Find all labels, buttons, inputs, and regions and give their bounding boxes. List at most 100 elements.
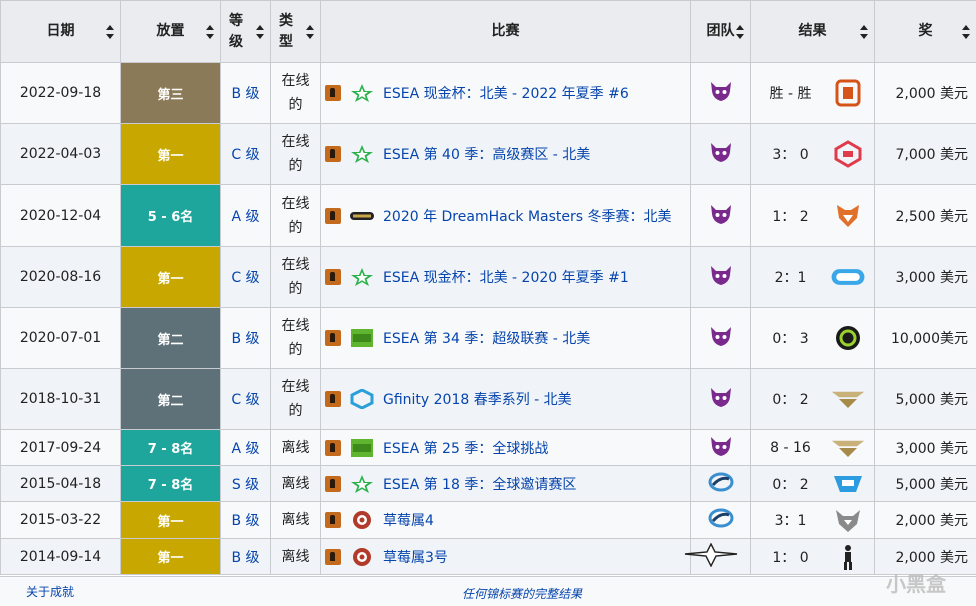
wings-opponent-icon[interactable] bbox=[830, 385, 866, 413]
fragaria-icon[interactable] bbox=[349, 547, 375, 567]
demon-team-icon[interactable] bbox=[708, 79, 734, 103]
cell-type: 在线的 bbox=[271, 308, 321, 369]
score: 胜 - 胜 bbox=[751, 83, 830, 103]
tier-link[interactable]: C 级 bbox=[231, 392, 259, 408]
watermark: 小黑盒 bbox=[886, 568, 946, 597]
cell-result: 0： 3 bbox=[751, 308, 875, 369]
sort-icon[interactable] bbox=[206, 25, 214, 39]
wings-opponent-icon[interactable] bbox=[830, 434, 866, 462]
star-icon[interactable] bbox=[349, 474, 375, 494]
demon-team-icon[interactable] bbox=[708, 434, 734, 458]
cell-tournament: 2020 年 DreamHack Masters 冬季赛：北美 bbox=[321, 185, 691, 247]
tier-link[interactable]: C 级 bbox=[231, 147, 259, 163]
tier-link[interactable]: B 级 bbox=[231, 86, 259, 102]
tier-link[interactable]: B 级 bbox=[231, 331, 259, 347]
about-achievements-link[interactable]: 关于成就 bbox=[26, 583, 74, 600]
sort-icon[interactable] bbox=[962, 25, 970, 39]
cell-prize: 7,000 美元 bbox=[875, 124, 976, 185]
sort-icon[interactable] bbox=[106, 25, 114, 39]
star-icon[interactable] bbox=[349, 144, 375, 164]
header-team[interactable]: 团队 bbox=[691, 1, 751, 63]
header-tier[interactable]: 等级 bbox=[221, 1, 271, 63]
mdl-icon[interactable] bbox=[349, 328, 375, 348]
soldier-opponent-icon[interactable] bbox=[830, 543, 866, 571]
tournament-link[interactable]: 草莓属4 bbox=[383, 510, 434, 530]
table-row: 2014-09-14 第一 B 级 离线 草莓属3号 1： 0 2,000 美元 bbox=[1, 539, 976, 575]
masters-icon[interactable] bbox=[349, 206, 375, 226]
cell-date: 2015-03-22 bbox=[1, 502, 121, 539]
tournament-link[interactable]: 2020 年 DreamHack Masters 冬季赛：北美 bbox=[383, 206, 672, 226]
game-icon bbox=[325, 85, 341, 101]
wolf-opponent-icon[interactable] bbox=[830, 506, 866, 534]
header-result[interactable]: 结果 bbox=[751, 1, 875, 63]
table-row: 2020-08-16 第一 C 级 在线的 ESEA 现金杯：北美 - 2020… bbox=[1, 247, 976, 308]
swirl-team-icon[interactable] bbox=[708, 506, 734, 530]
cell-place: 5 - 6名 bbox=[121, 185, 221, 247]
tier-link[interactable]: B 级 bbox=[231, 550, 259, 566]
tier-link[interactable]: A 级 bbox=[231, 209, 259, 225]
tournament-link[interactable]: ESEA 现金杯：北美 - 2022 年夏季 #6 bbox=[383, 83, 629, 103]
star-icon[interactable] bbox=[349, 83, 375, 103]
mdl-icon[interactable] bbox=[349, 438, 375, 458]
game-icon bbox=[325, 391, 341, 407]
header-date[interactable]: 日期 bbox=[1, 1, 121, 63]
table-row: 2018-10-31 第二 C 级 在线的 Gfinity 2018 春季系列 … bbox=[1, 369, 976, 430]
table-footer: 关于成就 任何锦标赛的完整结果 bbox=[0, 576, 976, 606]
sort-icon[interactable] bbox=[306, 25, 314, 39]
ring-opponent-icon[interactable] bbox=[830, 324, 866, 352]
star-icon[interactable] bbox=[349, 267, 375, 287]
cell-tournament: ESEA 第 18 季：全球邀请赛区 bbox=[321, 466, 691, 502]
tournament-link[interactable]: Gfinity 2018 春季系列 - 北美 bbox=[383, 389, 572, 409]
cell-type: 在线的 bbox=[271, 124, 321, 185]
demon-team-icon[interactable] bbox=[708, 385, 734, 409]
fragaria-icon[interactable] bbox=[349, 510, 375, 530]
demon-team-icon[interactable] bbox=[708, 140, 734, 164]
tournament-link[interactable]: 草莓属3号 bbox=[383, 547, 448, 567]
cell-result: 胜 - 胜 bbox=[751, 63, 875, 124]
bigstar-team-icon[interactable] bbox=[683, 543, 739, 567]
game-icon bbox=[325, 269, 341, 285]
tier-link[interactable]: B 级 bbox=[231, 513, 259, 529]
tournament-link[interactable]: ESEA 第 40 季：高级赛区 - 北美 bbox=[383, 144, 590, 164]
cell-team bbox=[691, 430, 751, 466]
sort-icon[interactable] bbox=[860, 25, 868, 39]
swirl-team-icon[interactable] bbox=[708, 470, 734, 494]
header-tournament[interactable]: 比赛 bbox=[321, 1, 691, 63]
header-type[interactable]: 类型 bbox=[271, 1, 321, 63]
sort-icon[interactable] bbox=[736, 25, 744, 39]
gc-opponent-icon[interactable] bbox=[830, 140, 866, 168]
tournament-link[interactable]: ESEA 第 18 季：全球邀请赛区 bbox=[383, 474, 576, 494]
gfinity-icon[interactable] bbox=[349, 389, 375, 409]
cell-tournament: Gfinity 2018 春季系列 - 北美 bbox=[321, 369, 691, 430]
score: 0： 2 bbox=[751, 474, 830, 494]
fox-opponent-icon[interactable] bbox=[830, 202, 866, 230]
header-row: 日期 放置 等级 类型 比赛 团队 结果 奖 bbox=[1, 1, 976, 63]
tier-link[interactable]: A 级 bbox=[231, 441, 259, 457]
cell-date: 2020-12-04 bbox=[1, 185, 121, 247]
dc-opponent-icon[interactable] bbox=[830, 79, 866, 107]
cell-place: 第二 bbox=[121, 308, 221, 369]
cell-tier: C 级 bbox=[221, 369, 271, 430]
table-row: 2015-04-18 7 - 8名 S 级 离线 ESEA 第 18 季：全球邀… bbox=[1, 466, 976, 502]
header-prize[interactable]: 奖 bbox=[875, 1, 976, 63]
game-icon bbox=[325, 549, 341, 565]
table-row: 2022-09-18 第三 B 级 在线的 ESEA 现金杯：北美 - 2022… bbox=[1, 63, 976, 124]
pd-opponent-icon[interactable] bbox=[830, 263, 866, 291]
tournament-link[interactable]: ESEA 第 25 季：全球挑战 bbox=[383, 438, 548, 458]
cell-tournament: 草莓属3号 bbox=[321, 539, 691, 575]
header-place[interactable]: 放置 bbox=[121, 1, 221, 63]
tournament-link[interactable]: ESEA 第 34 季：超级联赛 - 北美 bbox=[383, 328, 590, 348]
sort-icon[interactable] bbox=[256, 25, 264, 39]
tournament-link[interactable]: ESEA 现金杯：北美 - 2020 年夏季 #1 bbox=[383, 267, 629, 287]
tier-link[interactable]: C 级 bbox=[231, 270, 259, 286]
cell-place: 第一 bbox=[121, 539, 221, 575]
cell-tier: B 级 bbox=[221, 539, 271, 575]
demon-team-icon[interactable] bbox=[708, 324, 734, 348]
cell-team bbox=[691, 63, 751, 124]
demon-team-icon[interactable] bbox=[708, 202, 734, 226]
clg-opponent-icon[interactable] bbox=[830, 470, 866, 498]
tier-link[interactable]: S 级 bbox=[232, 477, 259, 493]
full-results-link[interactable]: 任何锦标赛的完整结果 bbox=[462, 585, 582, 602]
demon-team-icon[interactable] bbox=[708, 263, 734, 287]
game-icon bbox=[325, 512, 341, 528]
